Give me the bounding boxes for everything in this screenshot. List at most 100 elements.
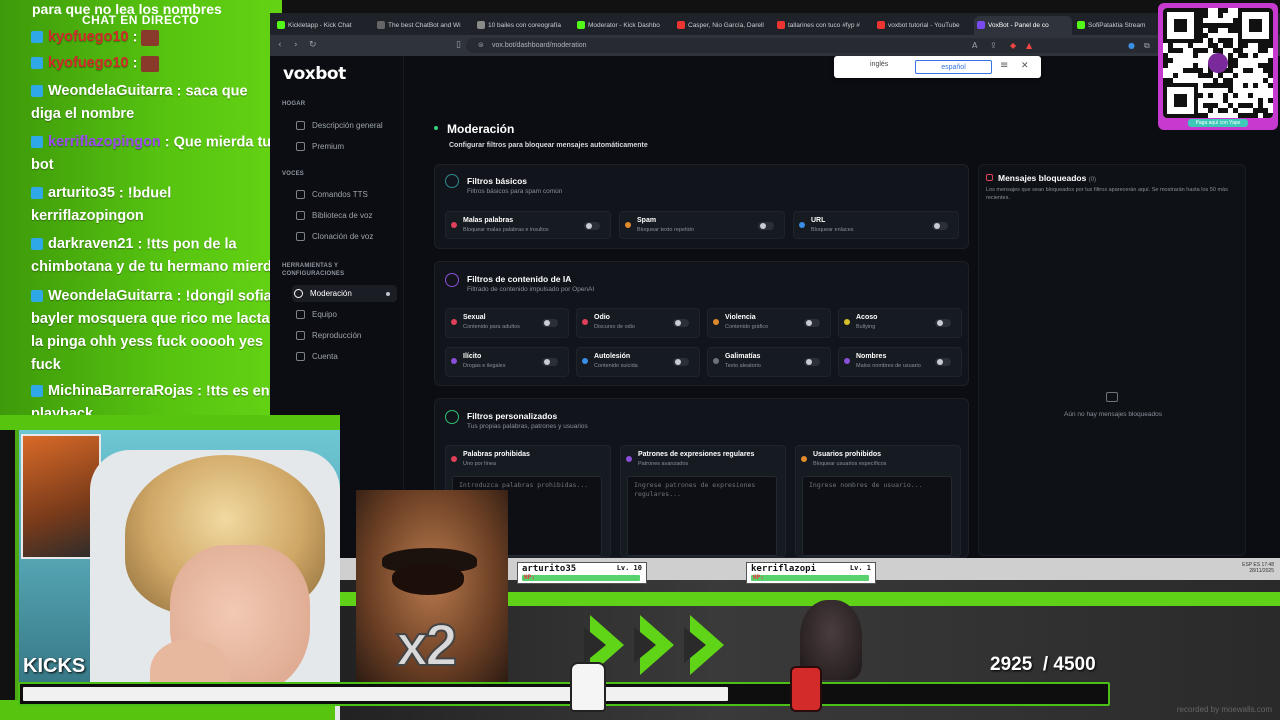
violence-toggle[interactable] bbox=[804, 319, 820, 327]
url-text[interactable]: vox.bot/dashboard/moderation bbox=[492, 38, 587, 53]
sexual-toggle[interactable] bbox=[542, 319, 558, 327]
nav-tts-commands[interactable]: Comandos TTS bbox=[294, 186, 398, 203]
close-icon[interactable]: ✕ bbox=[1021, 60, 1029, 72]
chat-username[interactable]: WeondelaGuitarra bbox=[48, 288, 173, 304]
browser-tab[interactable]: voxbot tutorial - YouTube bbox=[874, 16, 972, 35]
basic-filters-subtitle: Filtros básicos para spam común bbox=[467, 188, 563, 195]
chat-username[interactable]: MichinaBarreraRojas bbox=[48, 383, 193, 399]
harassment-toggle[interactable] bbox=[935, 319, 951, 327]
nav-voice-clone[interactable]: Clonación de voz bbox=[294, 228, 398, 245]
filter-name: Autolesión bbox=[594, 353, 631, 360]
player1-hp-bar bbox=[522, 575, 640, 581]
warning-icon[interactable]: ▲ bbox=[1026, 39, 1032, 52]
ai-filters-subtitle: Filtrado de contenido impulsado por Open… bbox=[467, 286, 595, 293]
sexual-icon bbox=[451, 319, 457, 325]
basic-filters-title: Filtros básicos bbox=[467, 176, 527, 186]
voxbot-dashboard: voxbot HOGAR Descripción general Premium… bbox=[270, 56, 1280, 558]
badge-icon bbox=[31, 57, 43, 70]
overview-icon bbox=[296, 121, 305, 130]
nav-account[interactable]: Cuenta bbox=[294, 348, 398, 365]
nav-moderation[interactable]: Moderación bbox=[292, 285, 397, 302]
player1-card: arturito35 Lv. 10 HP: bbox=[517, 562, 647, 584]
filter-desc: Bloquear usuarios específicos bbox=[813, 461, 887, 467]
chat-username[interactable]: kyofuego10 bbox=[48, 29, 129, 45]
chat-username[interactable]: kerriflazopingon bbox=[48, 134, 161, 150]
chat-text: : bbox=[132, 29, 138, 46]
profile-icon[interactable]: ● bbox=[1128, 39, 1135, 52]
system-tray: ESP ES 17:48 28/11/2025 bbox=[1242, 562, 1274, 574]
nav-team[interactable]: Equipo bbox=[294, 306, 398, 323]
blocked-title-text: Mensajes bloqueados bbox=[998, 173, 1087, 183]
filter-name: Ilícito bbox=[463, 353, 482, 360]
tab-bar: Kickletapp - Kick Chat The best ChatBot a… bbox=[270, 13, 1280, 35]
url-icon bbox=[799, 222, 805, 228]
self-harm-toggle[interactable] bbox=[673, 358, 689, 366]
nav-playback[interactable]: Reproducción bbox=[294, 327, 398, 344]
filter-name: Usuarios prohibidos bbox=[813, 451, 882, 458]
browser-tab[interactable]: VoxBot - Panel de co bbox=[974, 16, 1072, 35]
filter-desc: Malos nombres de usuario bbox=[856, 363, 921, 369]
nav-voice-library[interactable]: Biblioteca de voz bbox=[294, 207, 398, 224]
translate-icon[interactable]: A bbox=[972, 39, 977, 52]
nav-label: Premium bbox=[312, 142, 345, 151]
usernames-filter-tile: Nombres Malos nombres de usuario bbox=[838, 347, 962, 377]
player2-level: Lv. 1 bbox=[849, 564, 871, 572]
browser-tab[interactable]: The best ChatBot and Wi bbox=[374, 16, 472, 35]
meme-mouth bbox=[392, 565, 464, 595]
chat-message: kyofuego10: bbox=[31, 26, 281, 49]
filter-name: Palabras prohibidas bbox=[463, 451, 530, 458]
nav-overview[interactable]: Descripción general bbox=[294, 117, 398, 134]
bookmark-icon[interactable]: ▯ bbox=[456, 39, 461, 52]
tab-title: Casper, Nio García, Darell bbox=[688, 22, 764, 29]
team-icon bbox=[296, 310, 305, 319]
filter-desc: Bullying bbox=[856, 324, 876, 330]
spam-toggle[interactable] bbox=[758, 222, 774, 230]
browser-tab[interactable]: tallarines con tuco #fyp # bbox=[774, 16, 872, 35]
chat-username[interactable]: darkraven21 bbox=[48, 236, 133, 252]
reload-icon[interactable]: ↻ bbox=[309, 39, 317, 52]
tray-date[interactable]: 28/11/2025 bbox=[1249, 568, 1274, 574]
site-info-icon[interactable]: ⊜ bbox=[478, 39, 484, 52]
badge-icon bbox=[31, 238, 43, 251]
banned-users-textarea[interactable]: Ingrese nombres de usuario... bbox=[802, 476, 952, 556]
url-toggle[interactable] bbox=[932, 222, 948, 230]
browser-tab[interactable]: Casper, Nio García, Darell bbox=[674, 16, 772, 35]
menu-icon[interactable]: ≡ bbox=[1000, 60, 1008, 72]
bad-words-toggle[interactable] bbox=[584, 222, 600, 230]
illicit-toggle[interactable] bbox=[542, 358, 558, 366]
filter-desc: Patrones avanzados bbox=[638, 461, 689, 467]
tab-favicon-icon bbox=[577, 21, 585, 29]
forward-icon[interactable]: › bbox=[294, 39, 298, 52]
browser-tab[interactable]: Moderator - Kick Dashbo bbox=[574, 16, 672, 35]
chat-username[interactable]: WeondelaGuitarra bbox=[48, 83, 173, 99]
chat-message: kerriflazopingon: Que mierda tu bot bbox=[31, 131, 281, 177]
badge-icon bbox=[31, 31, 43, 44]
regex-icon bbox=[626, 456, 632, 462]
kicks-progress-fill bbox=[23, 687, 728, 701]
filter-name: Odio bbox=[594, 314, 610, 321]
lang-spanish-option[interactable]: español bbox=[915, 60, 992, 74]
voxbot-logo[interactable]: voxbot bbox=[283, 64, 346, 84]
banned-users-icon bbox=[801, 456, 807, 462]
browser-tab[interactable]: Kickletapp - Kick Chat bbox=[274, 16, 372, 35]
chat-message: arturito35: !bduel kerriflazopingon bbox=[31, 182, 281, 228]
hate-toggle[interactable] bbox=[673, 319, 689, 327]
chat-username[interactable]: kyofuego10 bbox=[48, 55, 129, 71]
address-bar: ‹ › ↻ ▯ ⊜ vox.bot/dashboard/moderation A… bbox=[270, 35, 1280, 56]
spam-icon bbox=[625, 222, 631, 228]
tab-favicon-icon bbox=[777, 21, 785, 29]
blocked-title: Mensajes bloqueados (0) bbox=[998, 173, 1096, 183]
account-icon bbox=[296, 352, 305, 361]
back-icon[interactable]: ‹ bbox=[278, 39, 282, 52]
extension-icon[interactable]: ◆ bbox=[1010, 39, 1016, 52]
usernames-toggle[interactable] bbox=[935, 358, 951, 366]
share-icon[interactable]: ⇪ bbox=[990, 39, 997, 52]
nav-premium[interactable]: Premium bbox=[294, 138, 398, 155]
chat-username[interactable]: arturito35 bbox=[48, 185, 115, 201]
gibberish-toggle[interactable] bbox=[804, 358, 820, 366]
nav-label: Clonación de voz bbox=[312, 232, 374, 241]
regex-textarea[interactable]: Ingrese patrones de expresiones regulare… bbox=[627, 476, 777, 556]
browser-tab[interactable]: 10 bailes con coreografía bbox=[474, 16, 572, 35]
lang-english-option[interactable]: inglés bbox=[870, 61, 888, 68]
extensions-icon[interactable]: ⧉ bbox=[1144, 39, 1150, 52]
